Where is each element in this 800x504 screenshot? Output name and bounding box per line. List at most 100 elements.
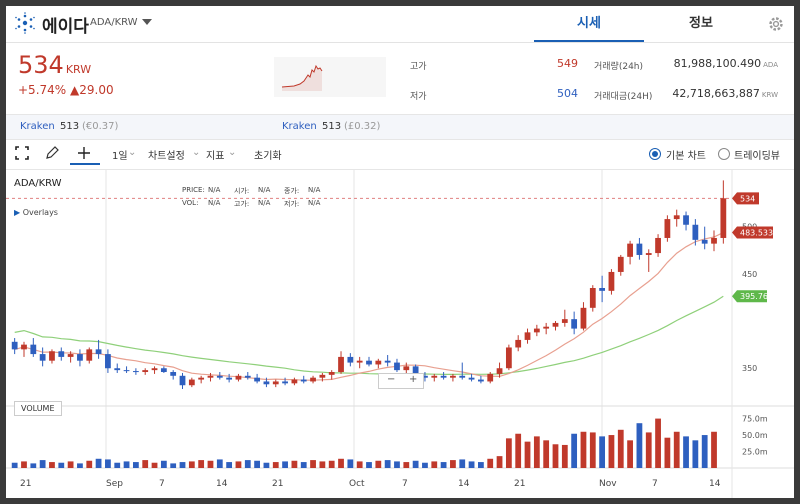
- volume-bar: [664, 437, 671, 468]
- chevron-down-icon[interactable]: [142, 19, 152, 25]
- volume-bar: [151, 462, 158, 468]
- volume-bar: [608, 435, 615, 468]
- gear-icon[interactable]: [766, 14, 786, 34]
- volume-bar: [478, 462, 484, 468]
- ohlc-value: N/A: [308, 199, 321, 207]
- tab-info[interactable]: 정보: [646, 6, 756, 42]
- volume-bar: [142, 460, 149, 468]
- exchange-name[interactable]: Kraken: [20, 115, 55, 139]
- volume-axis-label: 25.0m: [742, 448, 768, 457]
- ohlc-value: N/A: [258, 199, 271, 207]
- chevron-down-icon[interactable]: ⌄: [128, 147, 136, 158]
- indicators-button[interactable]: 지표: [206, 147, 224, 162]
- volume-bar: [198, 460, 205, 468]
- chart-canvas[interactable]: 50045035075.0m50.0m25.0m21Sep71421Oct714…: [6, 170, 794, 498]
- volume-bar: [328, 460, 335, 468]
- exchange-name[interactable]: Kraken: [282, 115, 317, 139]
- candle-body: [151, 368, 158, 371]
- candle-body: [487, 373, 494, 382]
- overlays-toggle[interactable]: ▶ Overlays: [14, 208, 58, 217]
- exchange-ref: (£0.32): [344, 121, 381, 132]
- pencil-icon[interactable]: [44, 145, 60, 161]
- volume-bar: [589, 432, 596, 468]
- candle-body: [375, 360, 382, 365]
- reset-button[interactable]: 초기화: [254, 147, 282, 162]
- candle-body: [645, 253, 652, 255]
- zoom-out-button[interactable]: −: [387, 374, 395, 385]
- interval-select[interactable]: 1일: [112, 147, 128, 162]
- candle-body: [468, 377, 475, 380]
- candle-body: [636, 243, 643, 255]
- tradingview-radio[interactable]: [718, 148, 730, 160]
- candle-body: [67, 354, 74, 357]
- candle-body: [132, 371, 139, 373]
- candle-body: [496, 368, 503, 374]
- volume-bar: [487, 458, 494, 468]
- trade-value: 42,718,663,887 KRW: [672, 87, 778, 100]
- zoom-in-button[interactable]: +: [409, 374, 417, 385]
- volume-bar: [375, 460, 382, 468]
- price-axis-label: 450: [742, 270, 757, 279]
- volume-bar: [384, 460, 391, 468]
- chevron-down-icon[interactable]: ⌄: [228, 147, 236, 158]
- volume-bar: [21, 461, 27, 468]
- exchange-price: 513: [60, 121, 80, 132]
- volume-bar: [496, 456, 503, 468]
- volume-bar: [543, 440, 550, 468]
- candle-body: [244, 375, 251, 378]
- basic-chart-label[interactable]: 기본 차트: [666, 147, 706, 162]
- chevron-down-icon[interactable]: ⌄: [192, 147, 200, 158]
- volume-pane-label: VOLUME: [14, 401, 62, 416]
- volume-bar: [30, 463, 37, 468]
- volume-bar: [263, 462, 270, 468]
- crosshair-icon[interactable]: [76, 145, 92, 161]
- candle-body: [30, 344, 37, 355]
- candle-body: [692, 224, 699, 240]
- candle-body: [235, 375, 242, 380]
- candle-body: [450, 375, 456, 378]
- candle-body: [338, 356, 344, 373]
- volume-bar: [160, 460, 167, 468]
- candle-body: [123, 370, 130, 372]
- candle-body: [86, 349, 93, 361]
- volume-bar: [627, 440, 633, 468]
- volume-bar: [114, 462, 121, 468]
- basic-chart-radio[interactable]: [649, 148, 661, 160]
- last-price-tag: 534: [740, 194, 755, 203]
- candle-body: [478, 379, 484, 382]
- volume-axis-label: 75.0m: [742, 415, 768, 424]
- ohlc-value: N/A: [308, 186, 321, 194]
- volume-bar: [366, 462, 372, 468]
- x-axis-label: 14: [458, 479, 470, 489]
- volume-bar: [338, 458, 344, 468]
- volume-bar: [505, 438, 512, 468]
- volume-bar: [244, 460, 251, 468]
- candle-body: [11, 341, 18, 350]
- volume-bar: [561, 444, 568, 468]
- chart-settings-button[interactable]: 차트설정: [148, 147, 185, 162]
- tradingview-label[interactable]: 트레이딩뷰: [734, 147, 780, 162]
- x-axis-label: Nov: [599, 479, 617, 489]
- volume-bar: [580, 431, 587, 468]
- candle-body: [160, 368, 167, 373]
- exchange-row: Kraken 513 (€0.37) Kraken 513 (£0.32): [6, 114, 794, 140]
- tab-price[interactable]: 시세: [534, 6, 644, 42]
- volume-bar: [431, 461, 438, 468]
- candle-body: [254, 377, 260, 382]
- volume-bar: [39, 460, 46, 468]
- x-axis-label: 7: [652, 479, 658, 489]
- ohlc-value: N/A: [208, 186, 221, 194]
- x-axis-label: Oct: [349, 479, 365, 489]
- chart-toolbar: 1일 ⌄ 차트설정 ⌄ 지표 ⌄ 초기화 기본 차트 트레이딩뷰: [6, 139, 794, 170]
- fullscreen-icon[interactable]: [14, 145, 30, 161]
- ohlc-close-label: 종가:: [284, 187, 300, 195]
- trade-value-label: 거래대금(24H): [594, 92, 653, 102]
- candle-body: [403, 366, 410, 371]
- volume-bar: [188, 461, 195, 468]
- cardano-logo-icon: [15, 12, 35, 34]
- price-chart[interactable]: 50045035075.0m50.0m25.0m21Sep71421Oct714…: [6, 170, 794, 498]
- candle-body: [170, 372, 177, 376]
- candle-body: [515, 339, 522, 348]
- volume-bar: [552, 444, 559, 468]
- candle-body: [533, 328, 540, 333]
